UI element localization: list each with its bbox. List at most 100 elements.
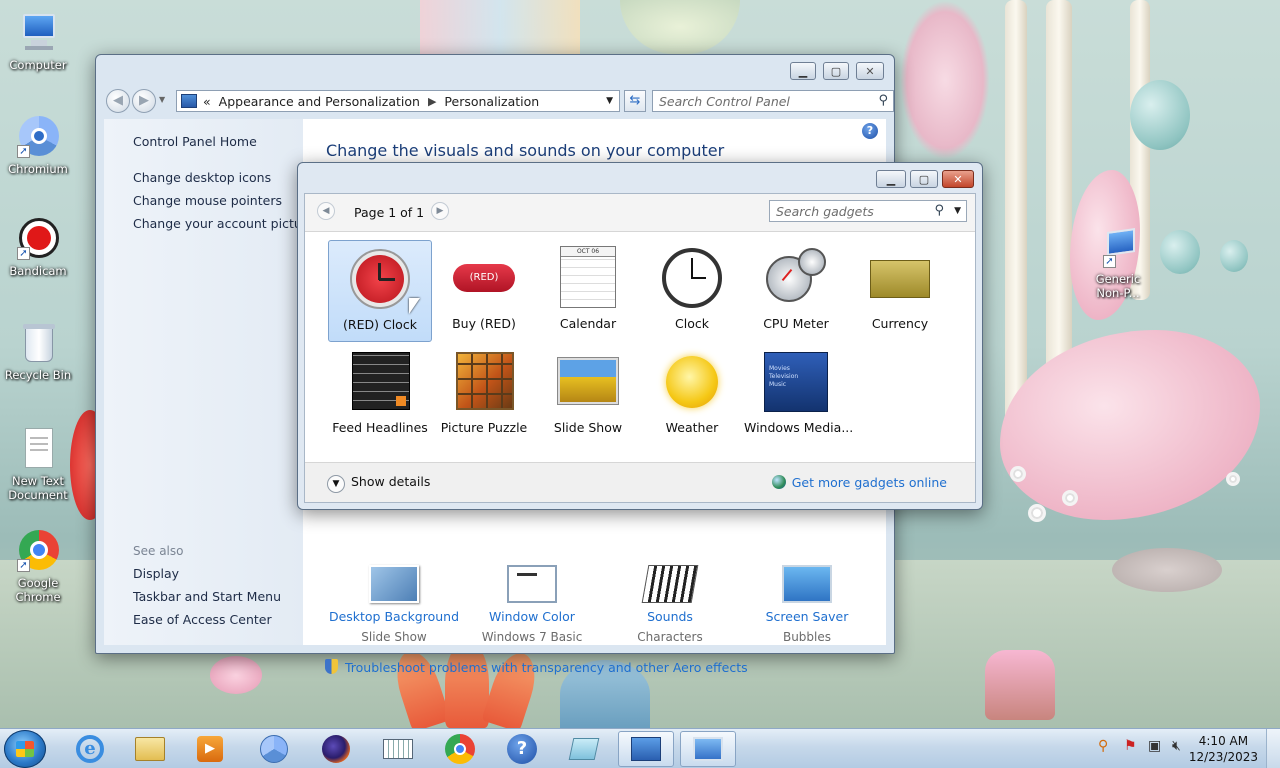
desktop-icon-chromium[interactable]: ➚ Chromium bbox=[0, 116, 76, 176]
sounds-link[interactable]: Sounds bbox=[600, 609, 740, 624]
computer-icon bbox=[17, 12, 59, 54]
previous-page-button[interactable]: ◀ bbox=[317, 202, 335, 220]
desktop-icon-bandicam[interactable]: ➚ Bandicam bbox=[0, 218, 76, 278]
window-color-link[interactable]: Window Color bbox=[462, 609, 602, 624]
gadget-calendar[interactable]: OCT 06 Calendar bbox=[536, 240, 640, 342]
gadget-gallery: (RED) Clock (RED) Buy (RED) OCT 06 Calen… bbox=[305, 232, 975, 462]
taskbar-firefox[interactable] bbox=[308, 731, 364, 767]
close-button[interactable]: ✕ bbox=[942, 170, 974, 188]
show-details-toggle[interactable]: ▼ Show details bbox=[327, 474, 430, 493]
bandicam-tray-icon[interactable]: ⚲ bbox=[1098, 738, 1108, 754]
help-icon: ? bbox=[507, 734, 537, 764]
desktop-background-link[interactable]: Desktop Background bbox=[324, 609, 464, 624]
gadget-weather[interactable]: Weather bbox=[640, 344, 744, 446]
control-panel-search-input[interactable]: Search Control Panel ⚲ bbox=[652, 90, 894, 112]
volume-muted-icon[interactable]: 🔇︎ bbox=[1172, 738, 1181, 754]
notepad-icon bbox=[568, 738, 600, 760]
network-icon[interactable]: ▣ bbox=[1148, 738, 1161, 754]
calendar-icon: OCT 06 bbox=[556, 246, 620, 310]
taskbar-notepad[interactable] bbox=[556, 731, 612, 767]
weather-sun-icon bbox=[660, 350, 724, 414]
display-link[interactable]: Display bbox=[133, 566, 179, 581]
window-color-item[interactable]: Window Color Windows 7 Basic bbox=[462, 565, 602, 644]
firefox-icon bbox=[322, 735, 350, 763]
red-clock-icon bbox=[348, 247, 412, 311]
breadcrumb-parent[interactable]: Appearance and Personalization bbox=[219, 94, 420, 109]
refresh-button[interactable]: ⇆ bbox=[624, 90, 646, 112]
screen-saver-item[interactable]: Screen Saver Bubbles bbox=[737, 565, 877, 644]
breadcrumb-current[interactable]: Personalization bbox=[444, 94, 539, 109]
gadget-buy-red[interactable]: (RED) Buy (RED) bbox=[432, 240, 536, 342]
gadget-slide-show[interactable]: Slide Show bbox=[536, 344, 640, 446]
breadcrumb-separator-icon[interactable]: ▶ bbox=[428, 95, 436, 108]
taskbar-internet-explorer[interactable]: e bbox=[62, 731, 118, 767]
gadget-windows-media-center[interactable]: Movies Television Music Windows Media... bbox=[744, 344, 853, 446]
taskbar-control-panel[interactable] bbox=[618, 731, 674, 767]
get-more-gadgets-label[interactable]: Get more gadgets online bbox=[792, 475, 947, 490]
minimize-button[interactable]: ▁ bbox=[790, 62, 816, 80]
desktop-icon-generic-printer[interactable]: ➚ Generic Non-P... bbox=[1080, 226, 1156, 300]
search-icon[interactable]: ⚲ bbox=[878, 93, 888, 108]
desktop-icon-label: Generic Non-P... bbox=[1095, 272, 1141, 300]
gadget-clock[interactable]: Clock bbox=[640, 240, 744, 342]
bandicam-icon: ➚ bbox=[17, 218, 59, 260]
change-mouse-pointers-link[interactable]: Change mouse pointers bbox=[133, 193, 282, 208]
gadget-picture-puzzle[interactable]: Picture Puzzle bbox=[432, 344, 536, 446]
taskbar-help-and-support[interactable]: ? bbox=[494, 731, 550, 767]
gadgets-window[interactable]: ▁ ▢ ✕ ◀ Page 1 of 1 ▶ Search gadgets ⚲ ▼ bbox=[297, 162, 983, 510]
search-dropdown-icon[interactable]: ▼ bbox=[954, 206, 961, 216]
back-button[interactable]: ◀ bbox=[106, 89, 130, 113]
system-clock[interactable]: 4:10 AM 12/23/2023 bbox=[1189, 733, 1258, 765]
desktop-icon-computer[interactable]: Computer bbox=[0, 12, 76, 72]
sounds-item[interactable]: Sounds Characters bbox=[600, 565, 740, 644]
picture-puzzle-icon bbox=[452, 350, 516, 414]
maximize-button[interactable]: ▢ bbox=[910, 170, 938, 188]
troubleshoot-link[interactable]: Troubleshoot problems with transparency … bbox=[325, 659, 748, 675]
taskbar-gadgets[interactable] bbox=[680, 731, 736, 767]
ease-of-access-link[interactable]: Ease of Access Center bbox=[133, 612, 272, 627]
recent-pages-dropdown[interactable]: ▼ bbox=[159, 95, 165, 104]
control-panel-home-link[interactable]: Control Panel Home bbox=[133, 134, 257, 149]
help-icon[interactable]: ? bbox=[862, 123, 878, 139]
clock-time: 4:10 AM bbox=[1198, 734, 1249, 748]
change-account-picture-link[interactable]: Change your account picture bbox=[133, 216, 314, 231]
search-placeholder: Search Control Panel bbox=[659, 94, 790, 109]
gadgets-body: ◀ Page 1 of 1 ▶ Search gadgets ⚲ ▼ (RED)… bbox=[304, 193, 976, 503]
gadget-currency[interactable]: Currency bbox=[848, 240, 952, 342]
gadget-cpu-meter[interactable]: CPU Meter bbox=[744, 240, 848, 342]
taskbar-start-menu-link[interactable]: Taskbar and Start Menu bbox=[133, 589, 281, 604]
action-center-flag-icon[interactable]: ⚑ bbox=[1124, 738, 1137, 754]
breadcrumb-prefix[interactable]: « bbox=[203, 94, 211, 109]
globe-icon bbox=[771, 475, 786, 489]
close-button[interactable]: ✕ bbox=[856, 62, 884, 80]
next-page-button[interactable]: ▶ bbox=[431, 202, 449, 220]
desktop-icon-new-text-document[interactable]: New Text Document bbox=[0, 428, 76, 502]
chromium-icon bbox=[260, 735, 288, 763]
change-desktop-icons-link[interactable]: Change desktop icons bbox=[133, 170, 271, 185]
troubleshoot-label[interactable]: Troubleshoot problems with transparency … bbox=[345, 660, 748, 675]
taskbar-chromium[interactable] bbox=[246, 731, 302, 767]
forward-button[interactable]: ▶ bbox=[132, 89, 156, 113]
start-button[interactable] bbox=[4, 730, 46, 768]
address-dropdown-icon[interactable]: ▼ bbox=[606, 96, 613, 106]
maximize-button[interactable]: ▢ bbox=[823, 62, 849, 80]
desktop-icon-google-chrome[interactable]: ➚ Google Chrome bbox=[0, 530, 76, 604]
search-icon[interactable]: ⚲ bbox=[934, 203, 944, 218]
slide-show-icon bbox=[556, 350, 620, 414]
gadget-red-clock[interactable]: (RED) Clock bbox=[328, 240, 432, 342]
calendar-month-label: OCT 06 bbox=[561, 247, 615, 257]
desktop-background-item[interactable]: Desktop Background Slide Show bbox=[324, 565, 464, 644]
taskbar-media-player[interactable]: ▶ bbox=[182, 731, 238, 767]
gadget-feed-headlines[interactable]: Feed Headlines bbox=[328, 344, 432, 446]
address-bar[interactable]: « Appearance and Personalization ▶ Perso… bbox=[176, 90, 620, 112]
minimize-button[interactable]: ▁ bbox=[876, 170, 906, 188]
taskbar-google-chrome[interactable] bbox=[432, 731, 488, 767]
taskbar-on-screen-keyboard[interactable] bbox=[370, 731, 426, 767]
get-more-gadgets-link[interactable]: Get more gadgets online bbox=[771, 475, 947, 490]
show-desktop-button[interactable] bbox=[1266, 729, 1280, 768]
taskbar-windows-explorer[interactable] bbox=[122, 731, 178, 767]
gadgets-search-input[interactable]: Search gadgets ⚲ ▼ bbox=[769, 200, 967, 222]
screen-saver-link[interactable]: Screen Saver bbox=[737, 609, 877, 624]
desktop-icon-recycle-bin[interactable]: Recycle Bin bbox=[0, 322, 76, 382]
gadget-label: Feed Headlines bbox=[332, 420, 428, 435]
